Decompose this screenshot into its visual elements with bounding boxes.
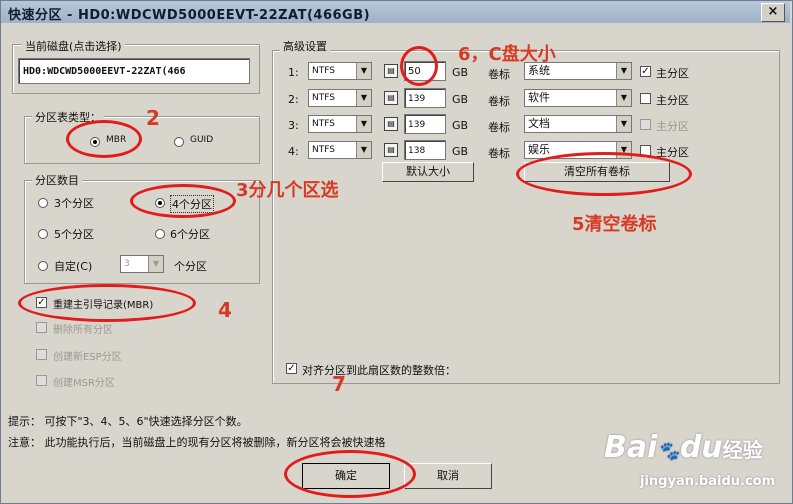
chevron-down-icon: ▼ (616, 90, 631, 106)
row-2-unit: GB (452, 93, 469, 106)
radio-6-partitions[interactable] (155, 229, 165, 239)
annotation-circle-4-partitions (130, 184, 236, 218)
close-button[interactable]: × (761, 3, 785, 22)
row-2-num: 2: (288, 93, 299, 106)
paw-icon: 🐾 (657, 441, 680, 462)
custom-count-value: 3 (124, 259, 130, 269)
custom-count-select[interactable]: 3 ▼ (120, 255, 164, 273)
watermark-du: du (679, 430, 723, 465)
row-1-primary-label: 主分区 (656, 67, 689, 80)
row-4-vol: 娱乐 (528, 143, 550, 156)
annotation-7: 7 (332, 372, 346, 396)
annotation-circle-clear-labels (516, 152, 692, 196)
row-3-vol: 文档 (528, 117, 550, 130)
row-4-unit: GB (452, 145, 469, 158)
delete-all-label: 删除所有分区 (53, 325, 113, 336)
row-2-primary-checkbox[interactable] (640, 93, 651, 104)
annotation-circle-mbr (66, 120, 142, 158)
row-3-fs: NTFS (312, 119, 335, 129)
row-1-unit: GB (452, 66, 469, 79)
row-3-primary-checkbox[interactable] (640, 119, 651, 130)
radio-custom[interactable] (38, 261, 48, 271)
create-esp-label: 创建新ESP分区 (53, 352, 122, 363)
chevron-down-icon: ▼ (356, 142, 371, 158)
chevron-down-icon: ▼ (148, 256, 163, 272)
row-1-fs-select[interactable]: NTFS ▼ (308, 62, 372, 80)
row-1-primary-checkbox[interactable]: ✓ (640, 66, 651, 77)
row-3-fs-select[interactable]: NTFS ▼ (308, 115, 372, 133)
advanced-label: 高级设置 (280, 38, 330, 54)
current-disk-label: 当前磁盘(点击选择) (22, 38, 125, 54)
annotation-4: 4 (218, 298, 232, 322)
disk-lock-icon[interactable]: ▤ (384, 143, 398, 157)
row-4-size[interactable]: 138 (404, 140, 446, 160)
current-disk-field[interactable]: HD0:WDCWD5000EEVT-22ZAT(466 (18, 58, 250, 84)
align-checkbox[interactable]: ✓ (286, 363, 297, 374)
chevron-down-icon: ▼ (616, 63, 631, 79)
row-2-vol-select[interactable]: 软件 ▼ (524, 89, 632, 107)
row-2-fs-select[interactable]: NTFS ▼ (308, 89, 372, 107)
chevron-down-icon: ▼ (616, 116, 631, 132)
annotation-circle-mbr-rebuild (18, 284, 196, 322)
row-3-size[interactable]: 139 (404, 114, 446, 134)
row-3-vol-select[interactable]: 文档 ▼ (524, 115, 632, 133)
window-title: 快速分区 - HD0:WDCWD5000EEVT-22ZAT(466GB) (8, 8, 371, 23)
chevron-down-icon: ▼ (356, 116, 371, 132)
custom-suffix: 个分区 (174, 260, 207, 273)
row-3-num: 3: (288, 119, 299, 132)
row-3-primary-label: 主分区 (656, 120, 689, 133)
row-2-primary-label: 主分区 (656, 94, 689, 107)
row-4-num: 4: (288, 145, 299, 158)
guid-radio[interactable] (174, 137, 184, 147)
row-4-fs-select[interactable]: NTFS ▼ (308, 141, 372, 159)
watermark-brand: Bai🐾du经验 (604, 430, 763, 465)
tip-line: 提示： 可按下"3、4、5、6"快速选择分区个数。 (8, 415, 248, 428)
row-1-num: 1: (288, 66, 299, 79)
guid-label: GUID (190, 135, 214, 145)
watermark-bai: Bai (604, 430, 658, 465)
watermark-jingyan: 经验 (722, 438, 763, 462)
row-4-fs: NTFS (312, 145, 335, 155)
row-3-unit: GB (452, 119, 469, 132)
row-2-vol-label: 卷标 (488, 95, 510, 108)
label-3-partitions: 3个分区 (54, 197, 94, 210)
chevron-down-icon: ▼ (356, 90, 371, 106)
annotation-2: 2 (146, 106, 160, 130)
watermark-url: jingyan.baidu.com (640, 474, 776, 489)
label-5-partitions: 5个分区 (54, 228, 94, 241)
warning-line: 注意： 此功能执行后，当前磁盘上的现有分区将被删除，新分区将会被快速格 (8, 436, 386, 449)
cancel-button[interactable]: 取消 (404, 463, 492, 489)
custom-label: 自定(C) (54, 260, 93, 273)
create-esp-checkbox[interactable] (36, 349, 47, 360)
label-6-partitions: 6个分区 (170, 228, 210, 241)
radio-5-partitions[interactable] (38, 229, 48, 239)
annotation-5: 5清空卷标 (572, 214, 657, 235)
row-2-fs: NTFS (312, 93, 335, 103)
row-4-vol-label: 卷标 (488, 147, 510, 160)
chevron-down-icon: ▼ (356, 63, 371, 79)
annotation-circle-c-size (400, 46, 438, 86)
annotation-6: 6，C盘大小 (458, 44, 556, 65)
row-1-fs: NTFS (312, 66, 335, 76)
disk-lock-icon[interactable]: ▤ (384, 91, 398, 105)
disk-lock-icon[interactable]: ▤ (384, 117, 398, 131)
radio-3-partitions[interactable] (38, 198, 48, 208)
row-2-size[interactable]: 139 (404, 88, 446, 108)
row-1-vol-label: 卷标 (488, 68, 510, 81)
annotation-3: 3分几个区选 (236, 180, 339, 201)
row-2-vol: 软件 (528, 91, 550, 104)
disk-lock-icon[interactable]: ▤ (384, 64, 398, 78)
row-3-vol-label: 卷标 (488, 121, 510, 134)
align-label: 对齐分区到此扇区数的整数倍： (302, 364, 456, 377)
default-size-button[interactable]: 默认大小 (382, 162, 474, 182)
partition-count-label: 分区数目 (32, 172, 82, 188)
create-msr-label: 创建MSR分区 (53, 378, 115, 389)
annotation-circle-ok (284, 450, 416, 498)
create-msr-checkbox[interactable] (36, 375, 47, 386)
delete-all-checkbox[interactable] (36, 322, 47, 333)
